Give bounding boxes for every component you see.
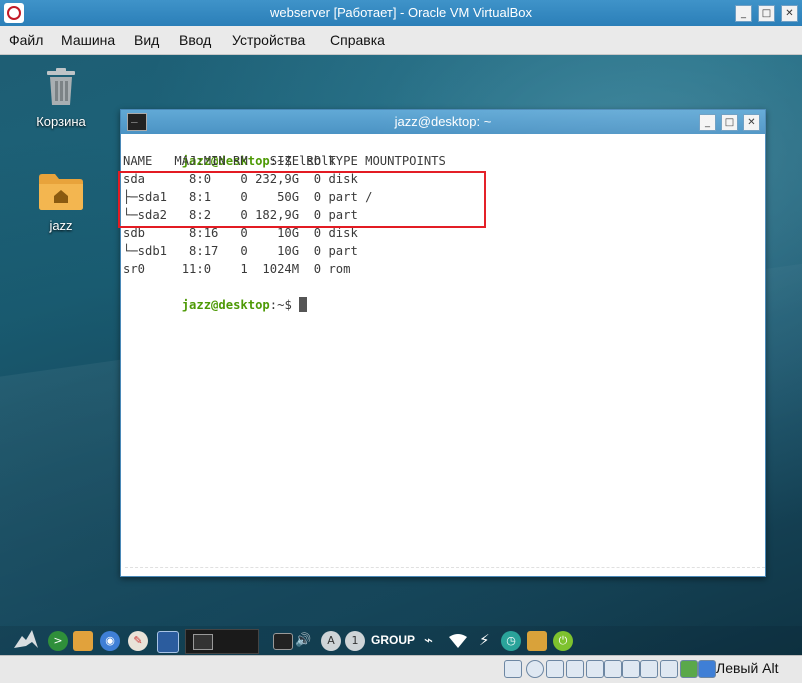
desktop-icon-label: jazz	[49, 218, 73, 233]
terminal-bottom-edge	[125, 567, 765, 574]
output-row: sr0 11:0 1 1024M 0 rom	[123, 262, 351, 276]
optical-drive-icon[interactable]	[526, 660, 544, 678]
maximize-icon[interactable]: □	[758, 5, 775, 22]
network-icon[interactable]	[527, 631, 547, 651]
recording-icon[interactable]	[640, 660, 658, 678]
taskbar-panel: > ◉ ✎ 🔊 A 1 GROUP ⌁ ⚡ ◷ ⏻	[0, 626, 802, 655]
file-manager-icon[interactable]	[73, 631, 93, 651]
taskbar-terminal-button[interactable]	[185, 629, 259, 654]
desktop-icon-home[interactable]: jazz	[16, 171, 106, 233]
desktop-icon-trash[interactable]: Корзина	[16, 67, 106, 129]
clipboard-icon[interactable]: ⌁	[424, 631, 433, 649]
volume-icon[interactable]: 🔊	[295, 633, 311, 648]
output-header: NAME MAJ:MIN RM SIZE RO TYPE MOUNTPOINTS	[123, 154, 446, 168]
shared-folders-icon[interactable]	[604, 660, 622, 678]
guest-additions-icon[interactable]	[680, 660, 698, 678]
menu-input[interactable]: Ввод	[179, 32, 211, 48]
display-icon[interactable]	[622, 660, 640, 678]
prompt-suffix: :~$	[269, 298, 292, 312]
keyboard-layout-indicator[interactable]: GROUP	[371, 633, 415, 647]
vbox-titlebar[interactable]: webserver [Работает] - Oracle VM Virtual…	[0, 0, 802, 26]
guest-desktop: Корзина jazz jazz@desktop: ~ _ □ ✕ jazz@…	[0, 55, 802, 655]
wifi-icon[interactable]	[448, 633, 468, 649]
menu-file[interactable]: Файл	[9, 32, 43, 48]
highlight-annotation-box	[118, 171, 486, 228]
close-icon[interactable]: ✕	[781, 5, 798, 22]
output-row: └─sdb1 8:17 0 10G 0 part	[123, 244, 358, 258]
terminal-launcher-icon[interactable]: >	[48, 631, 68, 651]
vbox-menubar: Файл Машина Вид Ввод Устройства Справка	[0, 26, 802, 55]
network-adapter-icon[interactable]	[566, 660, 584, 678]
minimize-icon[interactable]: _	[699, 114, 716, 131]
maximize-icon[interactable]: □	[721, 114, 738, 131]
window-title: webserver [Работает] - Oracle VM Virtual…	[269, 5, 533, 20]
command-line: jazz@desktop:~$ lsblk	[123, 134, 336, 168]
app-launcher-icon[interactable]: ✎	[128, 631, 148, 651]
menu-view[interactable]: Вид	[134, 32, 159, 48]
host-key-label: Левый Alt	[716, 660, 779, 676]
terminal-tray-icon[interactable]	[273, 633, 293, 650]
power-icon[interactable]: ⚡	[479, 631, 490, 649]
trash-icon	[47, 68, 75, 105]
browser-icon[interactable]: ◉	[100, 631, 120, 651]
current-prompt-line: jazz@desktop:~$	[123, 278, 308, 312]
text-cursor	[299, 297, 308, 312]
accessibility-icon[interactable]: A	[321, 631, 341, 651]
home-folder-icon	[39, 174, 83, 210]
host-key-arrow-icon[interactable]	[698, 660, 716, 678]
usb-icon[interactable]	[586, 660, 604, 678]
audio-icon[interactable]	[546, 660, 564, 678]
desktop-icon-label: Корзина	[36, 114, 86, 129]
prompt-user: jazz@desktop	[181, 298, 270, 312]
start-menu-icon[interactable]	[12, 628, 40, 652]
logout-icon[interactable]: ⏻	[553, 631, 573, 651]
cpu-icon[interactable]	[660, 660, 678, 678]
terminal-title: jazz@desktop: ~	[394, 114, 492, 129]
terminal-titlebar[interactable]: jazz@desktop: ~ _ □ ✕	[121, 110, 765, 134]
menu-help[interactable]: Справка	[330, 32, 385, 48]
terminal-icon	[193, 634, 213, 650]
close-icon[interactable]: ✕	[743, 114, 760, 131]
notification-icon[interactable]: 1	[345, 631, 365, 651]
hard-disk-icon[interactable]	[504, 660, 522, 678]
vbox-statusbar: Левый Alt	[0, 655, 802, 683]
clock-icon[interactable]: ◷	[501, 631, 521, 651]
minimize-icon[interactable]: _	[735, 5, 752, 22]
menu-machine[interactable]: Машина	[61, 32, 115, 48]
menu-devices[interactable]: Устройства	[232, 32, 305, 48]
show-desktop-icon[interactable]	[157, 631, 179, 653]
